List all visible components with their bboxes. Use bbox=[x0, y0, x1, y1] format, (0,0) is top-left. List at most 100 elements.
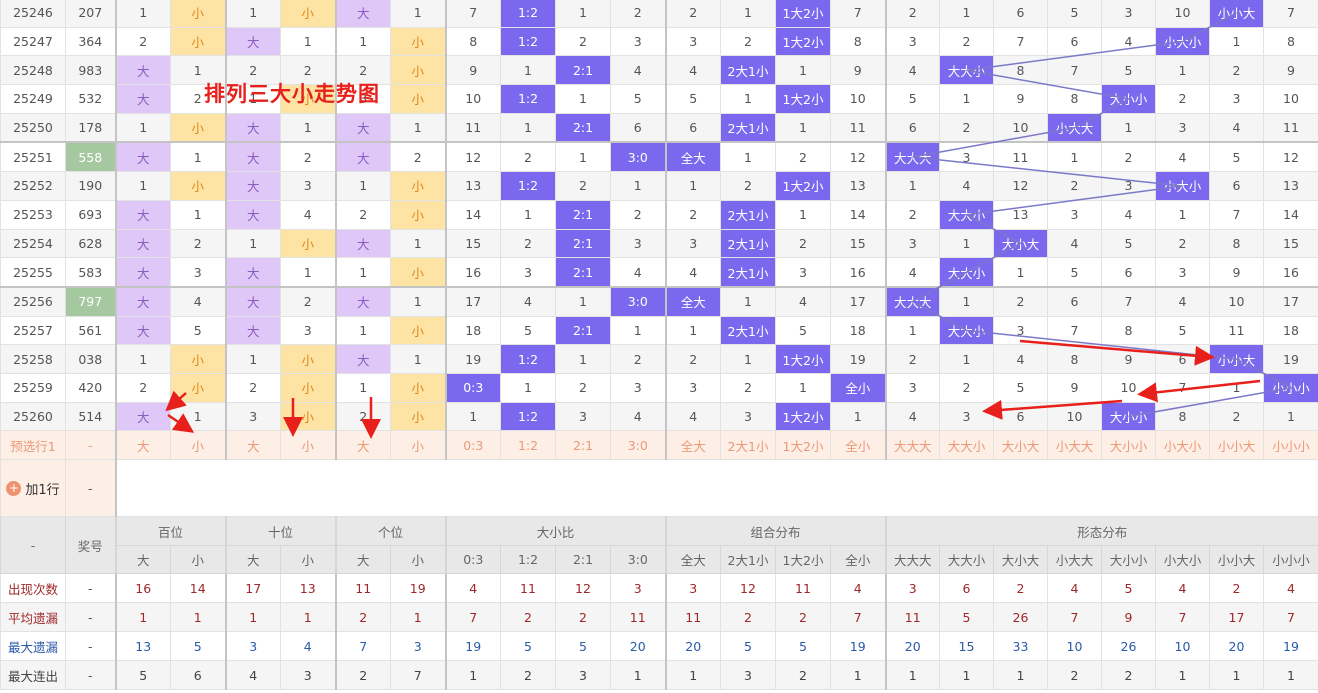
preselect-option[interactable]: 大大大 bbox=[884, 430, 940, 461]
preselect-option[interactable]: 大大小 bbox=[939, 430, 994, 461]
position-cell: 3 bbox=[170, 257, 226, 288]
position-cell: 大 bbox=[114, 141, 171, 173]
ratio-cell: 5 bbox=[610, 84, 666, 114]
preselect-option[interactable]: 小大大 bbox=[1047, 430, 1102, 461]
draw-number: 178 bbox=[65, 112, 116, 143]
pattern-cell: 小大大 bbox=[1047, 112, 1102, 143]
pattern-cell: 3 bbox=[939, 141, 994, 173]
pattern-cell: 5 bbox=[1101, 228, 1156, 259]
preselect-option[interactable]: 大 bbox=[334, 430, 391, 461]
pattern-cell: 1 bbox=[1155, 199, 1210, 230]
stats-value: 20 bbox=[1209, 631, 1264, 662]
preselect-option[interactable]: 小小小 bbox=[1263, 430, 1318, 461]
combo-cell: 4 bbox=[664, 55, 721, 86]
add-row-button[interactable]: + 加1行 bbox=[0, 459, 66, 518]
pattern-cell: 大大大 bbox=[884, 285, 940, 317]
table-row: 25251 558 大 1 大 2 大 2 12 2 1 3:0 全大 1 2 12 大大大 3 11 1 2 4 5 12 bbox=[0, 141, 1318, 173]
issue-number: 25248 bbox=[0, 55, 66, 86]
plus-circle-icon[interactable]: + bbox=[6, 480, 22, 496]
table-row: 25252 190 1 小大 3 1 小 13 1:2 2 1 1 2 1大2小 13 1 4 12 2 3 小大小 6 1… bbox=[0, 171, 1318, 201]
position-cell: 大 bbox=[224, 285, 281, 317]
position-cell: 1 bbox=[334, 171, 391, 201]
ratio-cell: 1 bbox=[610, 315, 666, 346]
combo-cell: 17 bbox=[830, 285, 886, 317]
pattern-cell: 10 bbox=[1101, 372, 1156, 403]
preselect-option[interactable]: 2:1 bbox=[555, 430, 611, 461]
position-cell: 大 bbox=[114, 315, 171, 346]
ratio-cell: 2:1 bbox=[555, 112, 611, 143]
ratio-cell: 1 bbox=[500, 372, 556, 403]
stats-value: 7 bbox=[1155, 602, 1210, 633]
preselect-option[interactable]: 1:2 bbox=[500, 430, 556, 461]
stats-value: 10 bbox=[1047, 631, 1102, 662]
preselect-option[interactable]: 大小大 bbox=[993, 430, 1048, 461]
combo-cell: 2大1小 bbox=[720, 199, 776, 230]
pattern-cell: 6 bbox=[993, 401, 1048, 432]
stats-value: 3 bbox=[280, 660, 336, 691]
stats-value: 1 bbox=[1209, 660, 1264, 691]
header-subcolumn: 大大大 bbox=[884, 544, 940, 575]
pattern-cell: 8 bbox=[1209, 228, 1264, 259]
draw-number: 558 bbox=[65, 141, 116, 173]
pattern-cell: 10 bbox=[1263, 84, 1318, 114]
draw-number: 983 bbox=[65, 55, 116, 86]
preselect-option[interactable]: 小 bbox=[170, 430, 226, 461]
pattern-cell: 4 bbox=[1047, 228, 1102, 259]
preselect-option[interactable]: 0:3 bbox=[444, 430, 501, 461]
preselect-option[interactable]: 3:0 bbox=[610, 430, 666, 461]
position-cell: 大 bbox=[334, 112, 391, 143]
stats-value: 1 bbox=[664, 660, 721, 691]
pattern-cell: 大大小 bbox=[939, 315, 994, 346]
position-cell: 大 bbox=[114, 257, 171, 288]
position-cell: 2 bbox=[114, 26, 171, 57]
preselect-option[interactable]: 2大1小 bbox=[720, 430, 776, 461]
table-row: 25250 178 1 小大 1 大 1 11 1 2:1 6 6 2大1小 1 11 6 2 10 小大大 1 3 4 1… bbox=[0, 112, 1318, 143]
stats-value: 1 bbox=[939, 660, 994, 691]
position-cell: 大 bbox=[224, 26, 281, 57]
combo-cell: 2大1小 bbox=[720, 228, 776, 259]
preselect-option[interactable]: 1大2小 bbox=[775, 430, 831, 461]
position-cell: 小 bbox=[170, 112, 226, 143]
pattern-cell: 1 bbox=[939, 228, 994, 259]
preselect-option[interactable]: 小 bbox=[390, 430, 446, 461]
header-subcolumn: 2大1小 bbox=[720, 544, 776, 575]
preselect-option[interactable]: 大 bbox=[224, 430, 281, 461]
stats-value: 2 bbox=[993, 573, 1048, 604]
pattern-cell: 1 bbox=[884, 315, 940, 346]
preselect-option[interactable]: 大 bbox=[114, 430, 171, 461]
preselect-option[interactable]: 小小大 bbox=[1209, 430, 1264, 461]
pattern-cell: 5 bbox=[1155, 315, 1210, 346]
ratio-cell: 1:2 bbox=[500, 0, 556, 28]
combo-cell: 1 bbox=[720, 141, 776, 173]
pattern-cell: 1 bbox=[939, 285, 994, 317]
position-cell: 大 bbox=[114, 55, 171, 86]
combo-cell: 1 bbox=[775, 372, 831, 403]
position-cell: 2 bbox=[334, 199, 391, 230]
preselect-option[interactable]: 小 bbox=[280, 430, 336, 461]
ratio-cell: 17 bbox=[444, 285, 501, 317]
preselect-option[interactable]: 小大小 bbox=[1155, 430, 1210, 461]
ratio-cell: 1 bbox=[610, 171, 666, 201]
stats-value: 11 bbox=[610, 602, 666, 633]
stats-value: 11 bbox=[334, 573, 391, 604]
position-cell: 大 bbox=[334, 141, 391, 173]
pattern-cell: 4 bbox=[1101, 26, 1156, 57]
position-cell: 3 bbox=[224, 401, 281, 432]
ratio-cell: 3 bbox=[610, 372, 666, 403]
ratio-cell: 13 bbox=[444, 171, 501, 201]
ratio-cell: 18 bbox=[444, 315, 501, 346]
stats-value: 20 bbox=[884, 631, 940, 662]
draw-number: 628 bbox=[65, 228, 116, 259]
preselect-option[interactable]: 全小 bbox=[830, 430, 886, 461]
header-number: 奖号 bbox=[65, 516, 116, 575]
preselect-option[interactable]: 大小小 bbox=[1101, 430, 1156, 461]
position-cell: 小 bbox=[390, 55, 446, 86]
ratio-cell: 1 bbox=[555, 0, 611, 28]
table-row: 25255 583 大 3 大 1 1 小 16 3 2:1 4 4 2大1小 3 16 4 大大小 1 5 6 3 9 16 bbox=[0, 257, 1318, 288]
preselect-option[interactable]: 全大 bbox=[664, 430, 721, 461]
position-cell: 小 bbox=[280, 228, 336, 259]
combo-cell: 4 bbox=[664, 257, 721, 288]
combo-cell: 19 bbox=[830, 344, 886, 374]
pattern-cell: 1 bbox=[939, 344, 994, 374]
ratio-cell: 11 bbox=[444, 112, 501, 143]
